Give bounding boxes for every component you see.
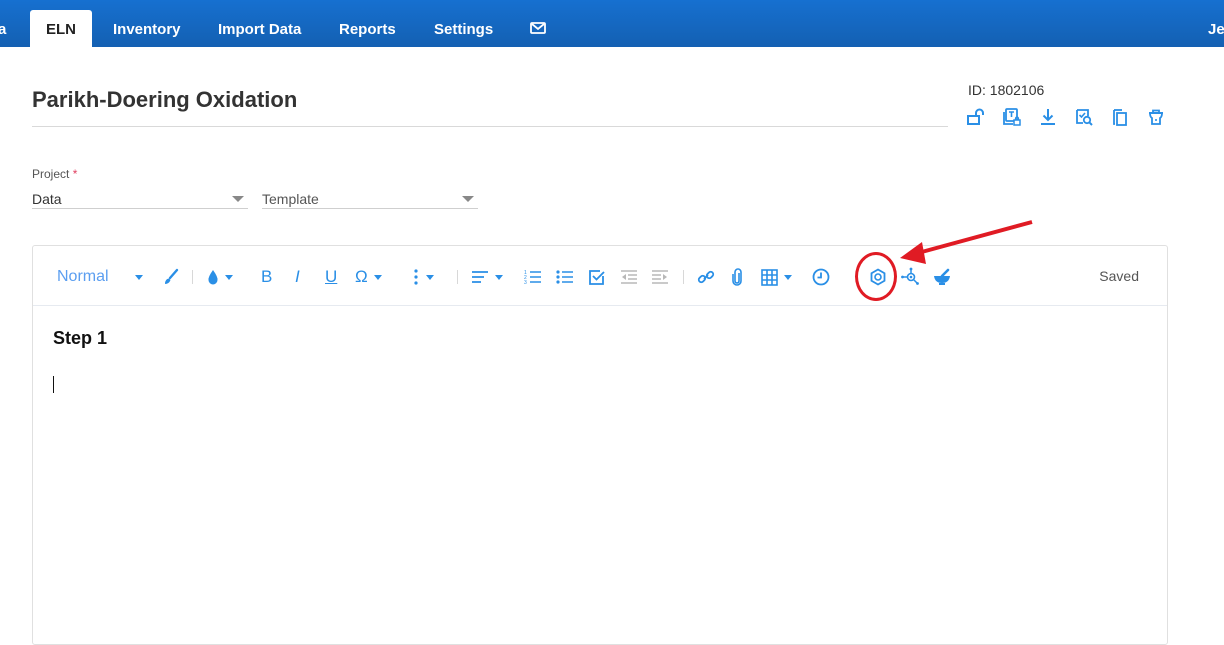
copy-button[interactable]	[1110, 106, 1146, 128]
ordered-list-icon: 123	[524, 270, 541, 285]
envelope-icon[interactable]	[530, 21, 546, 34]
bullet-list-button[interactable]	[556, 266, 574, 288]
align-left-icon	[472, 271, 488, 283]
unlock-button[interactable]	[966, 106, 1002, 128]
delete-button[interactable]	[1146, 106, 1182, 128]
required-mark: *	[72, 167, 78, 181]
italic-button[interactable]: I	[295, 266, 300, 288]
review-button[interactable]	[1074, 106, 1110, 128]
nav-item-import-data[interactable]: Import Data	[218, 10, 301, 47]
bold-icon: B	[261, 267, 273, 286]
bullet-list-icon	[556, 270, 573, 284]
checkbox-icon	[589, 270, 605, 285]
copy-icon	[1113, 109, 1127, 126]
chevron-down-icon	[495, 274, 503, 280]
table-button[interactable]	[761, 266, 792, 288]
clock-icon	[812, 268, 830, 286]
svg-text:3: 3	[524, 280, 527, 285]
nav-item-inventory[interactable]: Inventory	[113, 10, 181, 47]
save-status: Saved	[1099, 268, 1139, 284]
molecule-network-icon	[901, 267, 919, 285]
indent-button[interactable]	[651, 266, 669, 288]
align-button[interactable]	[471, 266, 503, 288]
brush-button[interactable]	[163, 266, 179, 288]
omega-icon: Ω	[355, 267, 368, 286]
link-button[interactable]	[697, 266, 715, 288]
chevron-down-icon	[134, 274, 143, 280]
format-select[interactable]: Normal	[57, 266, 143, 288]
text-cursor	[53, 376, 54, 393]
page-title[interactable]: Parikh-Doering Oxidation	[32, 87, 297, 113]
chemical-structure-button[interactable]	[869, 266, 887, 288]
indent-icon	[652, 270, 668, 284]
nav-item-eln[interactable]: ELN	[30, 10, 92, 47]
attachment-button[interactable]	[731, 266, 743, 288]
nav-item-partial[interactable]: a	[0, 10, 6, 47]
format-select-value: Normal	[57, 268, 109, 285]
vertical-dots-icon	[414, 269, 418, 285]
chevron-down-icon	[232, 196, 244, 202]
ordered-list-button[interactable]: 123	[524, 266, 542, 288]
delete-icon	[1149, 109, 1163, 125]
template-select[interactable]: Template	[262, 188, 478, 209]
hexagon-molecule-icon	[870, 268, 886, 286]
rich-text-editor: Normal B I U Ω 1 2 3 Saved Step 1	[32, 245, 1168, 645]
mortar-pestle-icon	[934, 268, 950, 285]
record-id: ID: 1802106	[968, 82, 1045, 98]
template-lock-button[interactable]	[1002, 106, 1038, 128]
timestamp-button[interactable]	[812, 266, 830, 288]
paperclip-icon	[732, 268, 742, 286]
more-options-button[interactable]	[414, 266, 434, 288]
checklist-button[interactable]	[588, 266, 606, 288]
link-icon	[697, 270, 715, 284]
project-select[interactable]: Data	[32, 188, 248, 209]
text-color-button[interactable]	[207, 266, 233, 288]
unlock-icon	[967, 108, 984, 125]
nav-item-settings[interactable]: Settings	[434, 10, 493, 47]
project-label-text: Project	[32, 167, 70, 181]
underline-icon: U	[325, 267, 338, 286]
user-menu[interactable]: Je	[1208, 10, 1224, 47]
editor-content[interactable]: Step 1	[53, 328, 107, 349]
title-underline	[32, 126, 948, 127]
project-label: Project *	[32, 167, 77, 181]
review-search-icon	[1076, 109, 1093, 126]
special-char-button[interactable]: Ω	[355, 266, 382, 288]
download-icon	[1041, 109, 1055, 125]
underline-button[interactable]: U	[325, 266, 337, 288]
toolbar-divider	[192, 270, 193, 284]
italic-icon: I	[295, 267, 300, 286]
paint-brush-icon	[165, 268, 179, 284]
chevron-down-icon	[784, 274, 792, 280]
top-navigation: a ELN Inventory Import Data Reports Sett…	[0, 0, 1224, 47]
record-actions	[966, 106, 1182, 128]
reaction-button[interactable]	[900, 266, 920, 288]
chevron-down-icon	[462, 196, 474, 202]
template-lock-icon	[1003, 108, 1021, 126]
chevron-down-icon	[373, 274, 382, 280]
project-select-value: Data	[32, 191, 62, 207]
step-heading: Step 1	[53, 328, 108, 348]
outdent-icon	[621, 270, 637, 284]
download-button[interactable]	[1038, 106, 1074, 128]
table-grid-icon	[761, 268, 778, 286]
mortar-pestle-button[interactable]	[933, 266, 951, 288]
bold-button[interactable]: B	[261, 266, 272, 288]
nav-item-reports[interactable]: Reports	[339, 10, 396, 47]
toolbar-divider	[683, 270, 684, 284]
chevron-down-icon	[426, 274, 434, 280]
toolbar-divider	[457, 270, 458, 284]
chevron-down-icon	[225, 274, 233, 280]
template-select-placeholder: Template	[262, 191, 319, 207]
droplet-icon	[208, 270, 218, 285]
outdent-button[interactable]	[620, 266, 638, 288]
editor-toolbar: Normal B I U Ω 1 2 3 Saved	[33, 246, 1167, 306]
